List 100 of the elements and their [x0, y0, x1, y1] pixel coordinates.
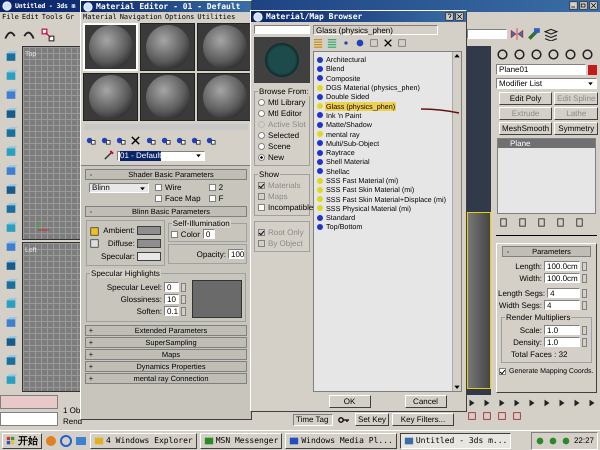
sphere-preview: [146, 25, 190, 69]
script-field[interactable]: [0, 412, 58, 426]
modifier-button[interactable]: Symmetry: [554, 122, 598, 135]
large-dot-icon[interactable]: [355, 38, 365, 48]
scroll-up-icon[interactable]: [453, 52, 461, 60]
number-field[interactable]: 100.0cm: [544, 261, 580, 271]
radio-label: Scene: [268, 142, 291, 151]
checkbox[interactable]: [155, 184, 162, 191]
checkbox[interactable]: [258, 204, 265, 211]
radio-button[interactable]: [258, 132, 265, 139]
minimize-icon[interactable]: [569, 1, 578, 10]
modifier-list-dropdown[interactable]: Modifier List: [496, 78, 597, 89]
color-label: Specular:: [101, 252, 135, 260]
status-text: 1 Ob: [63, 406, 82, 415]
close-icon[interactable]: [589, 1, 598, 10]
caret-icon[interactable]: [587, 80, 594, 87]
checkbox[interactable]: [208, 184, 216, 191]
caret-icon[interactable]: [139, 184, 146, 192]
align-icon[interactable]: [527, 27, 541, 41]
shader-dropdown[interactable]: Blinn: [89, 183, 149, 193]
key-filters-button[interactable]: Key Filters...: [392, 413, 454, 426]
number-field[interactable]: 0: [202, 229, 215, 239]
pen-stroke: [420, 107, 460, 115]
color-label: Diffuse:: [108, 238, 135, 248]
mirror-icon[interactable]: [510, 27, 524, 41]
taskbar-button[interactable]: MSN Messenger: [200, 432, 282, 448]
modifier-button[interactable]: MeshSmooth: [499, 122, 552, 135]
number-field[interactable]: 0: [164, 282, 179, 292]
taskbar-button[interactable]: 4 Windows Explorer: [90, 432, 197, 448]
group-title: Browse From:: [258, 87, 310, 96]
time-tag-field[interactable]: Time Tag: [293, 414, 333, 426]
number-field[interactable]: 1.0: [544, 337, 580, 347]
viewport[interactable]: [467, 212, 491, 389]
checkbox[interactable]: [170, 230, 178, 238]
radio-button[interactable]: [258, 143, 265, 150]
taskbar-button[interactable]: Windows Media Pl...: [285, 432, 397, 448]
color-swatch[interactable]: [136, 238, 161, 248]
number-field[interactable]: 4: [544, 300, 580, 310]
number-field[interactable]: 0.1: [164, 306, 179, 316]
object-name-field[interactable]: Plane01: [496, 64, 586, 75]
checkbox-label: 2: [218, 183, 224, 192]
material-preview: [254, 37, 310, 83]
start-button[interactable]: 开始: [2, 432, 42, 448]
field-label: Specular Level:: [106, 282, 162, 292]
ie-icon[interactable]: [60, 434, 72, 446]
sphere-preview: [88, 75, 132, 119]
checkbox[interactable]: [208, 195, 216, 202]
help-icon[interactable]: [445, 12, 454, 21]
eyedropper-icon[interactable]: [103, 150, 114, 161]
caret-icon[interactable]: [195, 152, 202, 159]
checkbox-label: Color: [180, 230, 200, 238]
delete-icon[interactable]: [383, 38, 393, 48]
sphere-preview: [202, 25, 246, 69]
checkbox[interactable]: [155, 195, 162, 202]
restore-icon[interactable]: [579, 1, 588, 10]
radio-label: Selected: [268, 131, 300, 140]
color-swatch[interactable]: [136, 252, 161, 260]
object-color-swatch[interactable]: [588, 64, 597, 74]
script-field[interactable]: [0, 395, 58, 409]
total-faces-text: Total Faces : 32: [510, 349, 568, 359]
number-field[interactable]: 1.0: [544, 325, 580, 335]
dropdown[interactable]: [467, 29, 507, 39]
sample-slot[interactable]: [140, 73, 195, 121]
cubes-icon[interactable]: [4, 50, 18, 63]
sample-slot[interactable]: [140, 23, 195, 71]
radio-button[interactable]: [258, 154, 265, 161]
sample-slot[interactable]: [197, 73, 251, 121]
link-icon[interactable]: [41, 28, 55, 42]
app-icon: [94, 436, 104, 446]
radio-button[interactable]: [258, 99, 265, 106]
reset-icon[interactable]: [130, 135, 141, 146]
radio-button[interactable]: [258, 110, 265, 117]
set-key-button[interactable]: Set Key: [355, 413, 390, 426]
app-icon: [289, 436, 300, 446]
color-label: Ambient:: [103, 226, 135, 234]
number-field[interactable]: 100: [228, 249, 244, 259]
field-label: Glossiness:: [120, 294, 162, 304]
number-field[interactable]: 4: [547, 288, 580, 298]
play-icon[interactable]: [497, 398, 507, 408]
field-label: Opacity:: [196, 250, 226, 258]
sample-slot[interactable]: [83, 73, 138, 121]
modifier-button[interactable]: Edit Poly: [499, 92, 552, 105]
scroll-down-icon[interactable]: [453, 383, 461, 391]
group-title: Self-Illumination: [172, 219, 231, 228]
close-icon[interactable]: [455, 12, 464, 21]
checkbox-label: Face Map: [165, 194, 201, 203]
color-swatch[interactable]: [136, 226, 161, 234]
layers-icon[interactable]: [544, 27, 558, 41]
taskbar-button[interactable]: Untitled - 3ds m...: [400, 432, 512, 448]
group-title: Specular Highlights: [90, 269, 161, 278]
number-field[interactable]: 10: [164, 294, 179, 304]
field-label: Scale:: [520, 326, 542, 334]
sample-slot[interactable]: [197, 23, 251, 71]
dialog-button[interactable]: Cancel: [404, 395, 446, 408]
modifier-stack-item[interactable]: Plane: [498, 139, 595, 148]
material-name-dropdown[interactable]: 01 - Default: [117, 150, 205, 160]
number-field[interactable]: 100.0cm: [544, 273, 580, 283]
dialog-button[interactable]: OK: [328, 395, 370, 408]
checkbox[interactable]: [499, 368, 506, 375]
search-field[interactable]: [254, 25, 310, 34]
